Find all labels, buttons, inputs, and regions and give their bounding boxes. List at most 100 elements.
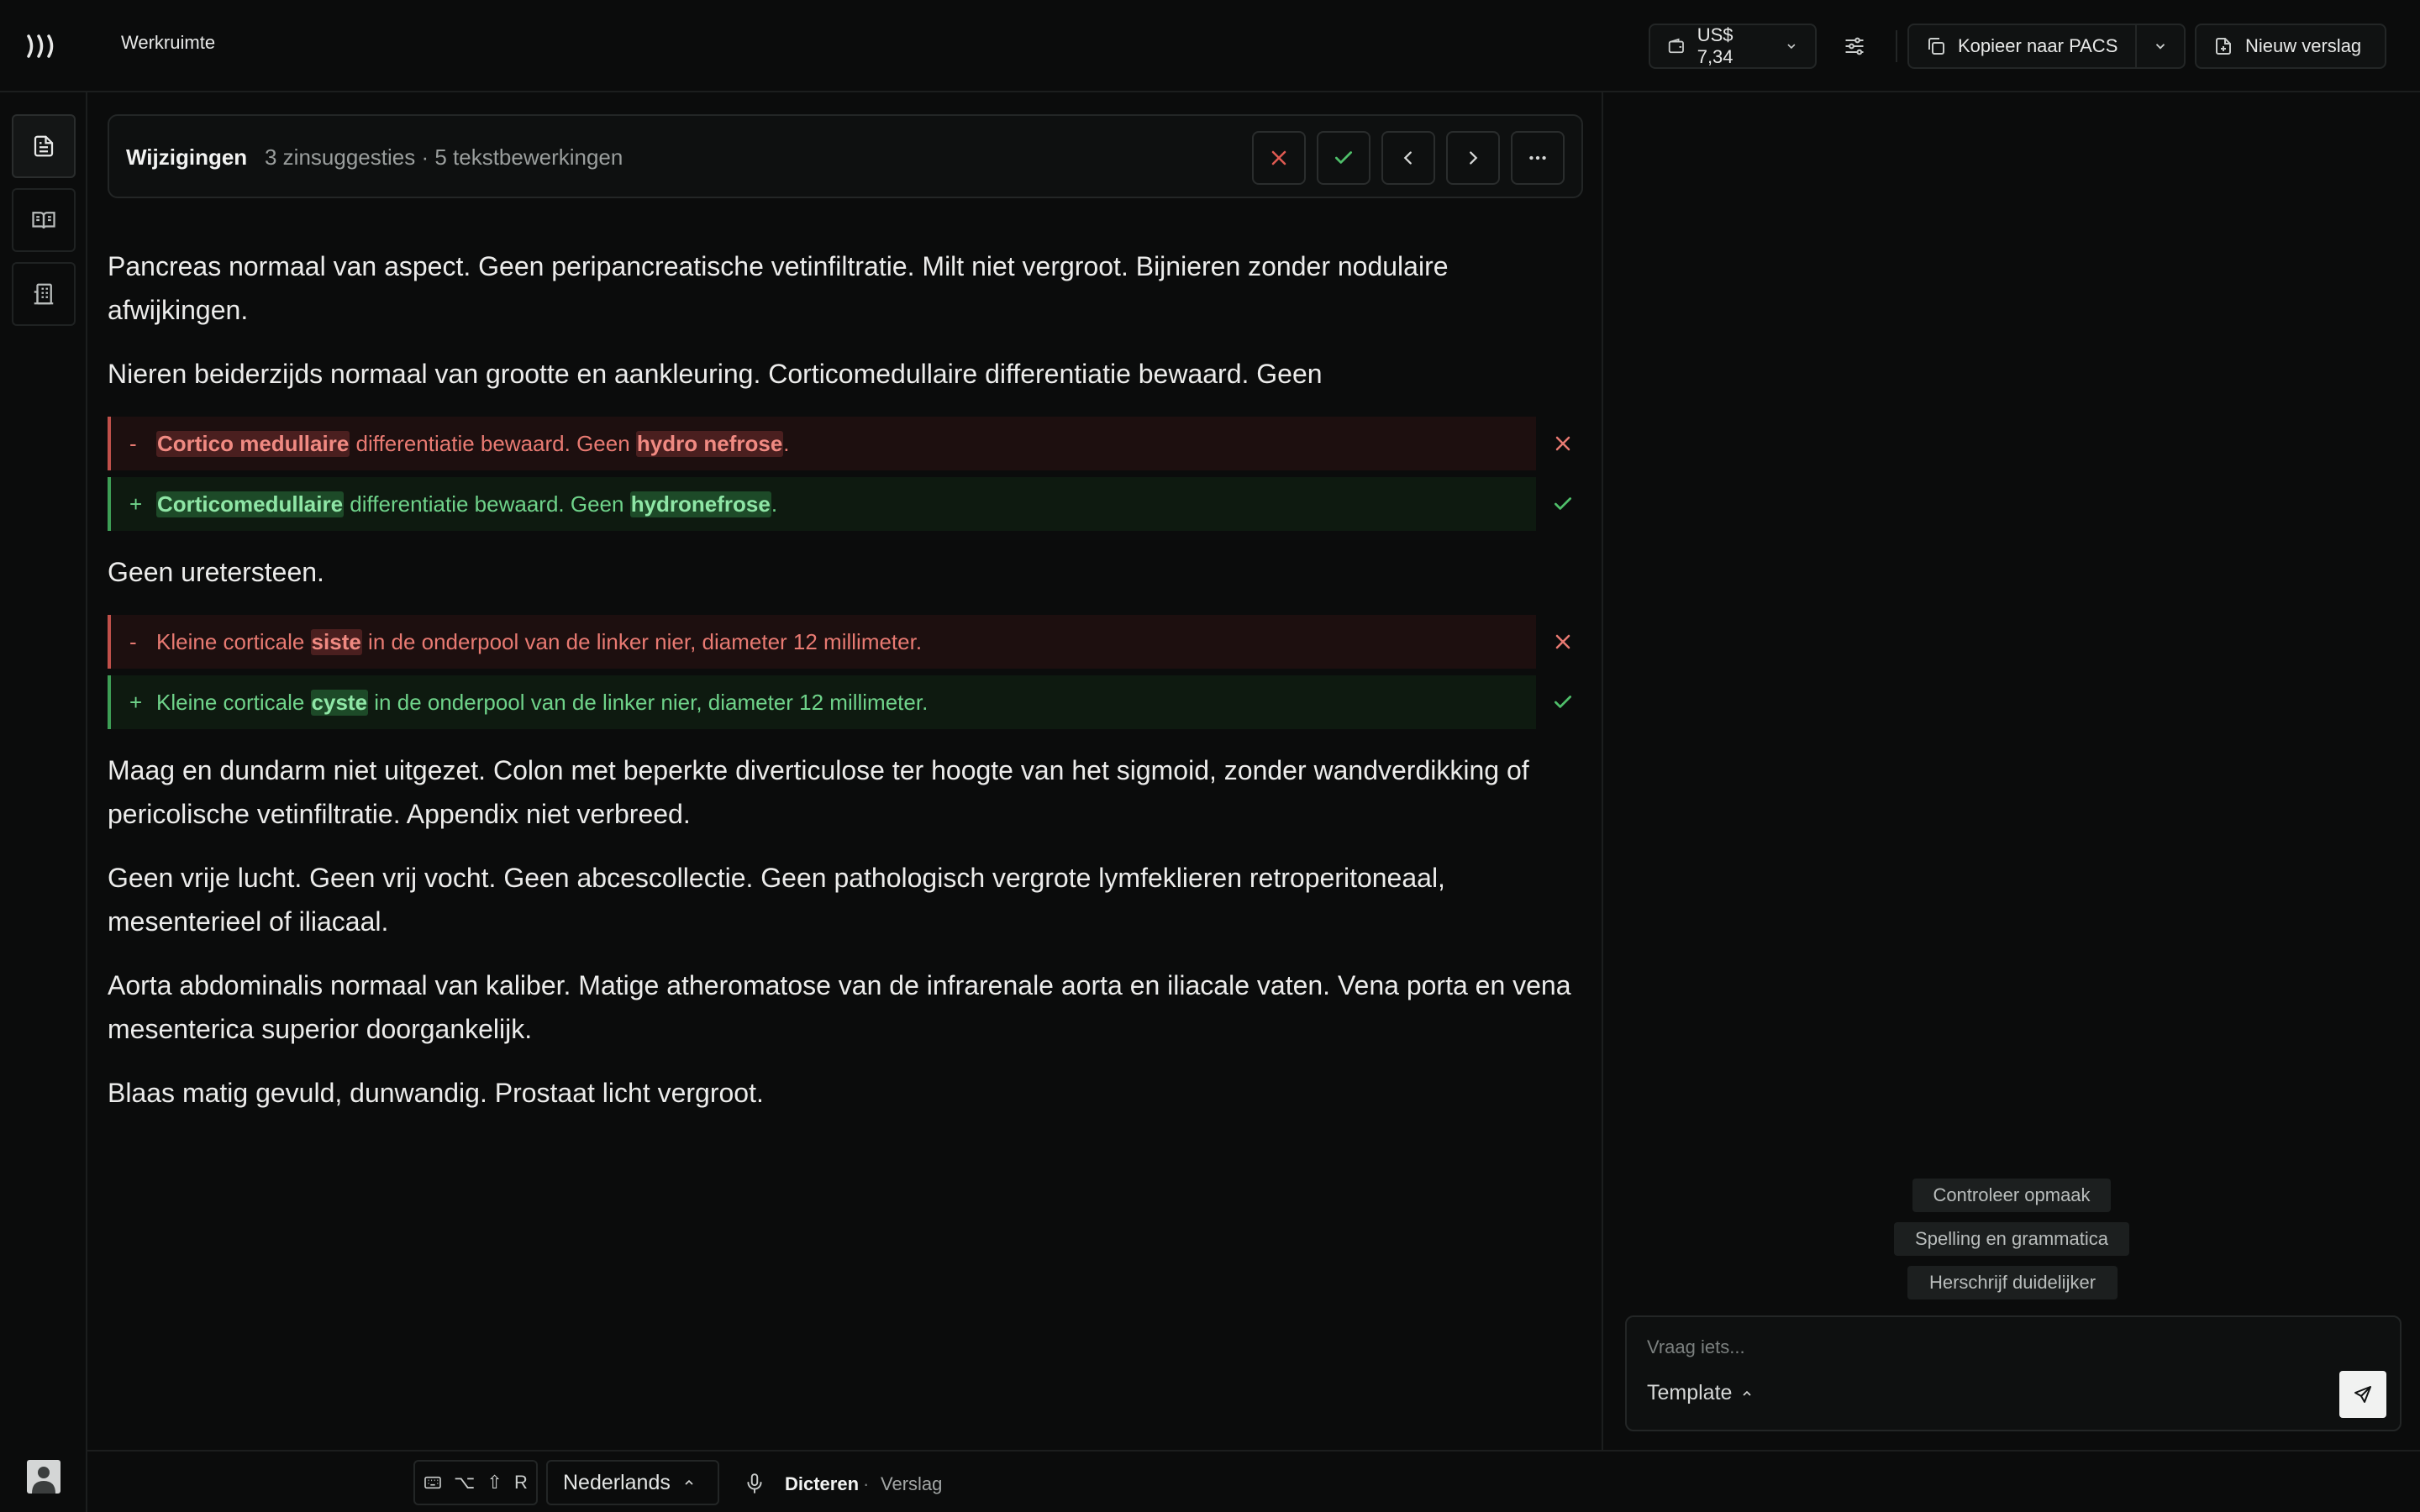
chat-composer: Template [1625,1315,2402,1431]
building-icon [34,283,54,305]
ellipsis-icon [1529,155,1546,160]
shortcut-key: ⌥ [454,1472,476,1493]
reject-suggestion-button[interactable] [1538,417,1588,470]
copy-icon [1928,38,1944,55]
more-options-button[interactable] [1511,131,1565,185]
rail-report-button[interactable] [12,114,76,178]
suggestion-chip-spelling[interactable]: Spelling en grammatica [1894,1222,2129,1256]
close-icon [1555,436,1570,451]
book-open-icon [32,212,55,229]
report-paragraph[interactable]: Blaas matig gevuld, dunwandig. Prostaat … [108,1071,1586,1115]
report-paragraph[interactable]: Maag en dundarm niet uitgezet. Colon met… [108,748,1586,836]
previous-change-button[interactable] [1381,131,1435,185]
suggestion-chip-rewrite[interactable]: Herschrijf duidelijker [1907,1266,2118,1299]
changes-header: Wijzigingen 3 zinsuggesties · 5 tekstbew… [108,114,1583,198]
diff-text: Kleine corticale [156,689,311,715]
diff-text: . [783,430,790,456]
reject-suggestion-button[interactable] [1538,615,1588,669]
diff-sign: + [129,491,143,517]
top-bar: Werkruimte US$ 7,34 Kopieer naar PACS Ni… [0,0,2420,92]
diff-sign: - [129,628,137,654]
diff-text: differentiatie bewaard. Geen [350,430,636,456]
diff-text: differentiatie bewaard. Geen [344,491,630,517]
new-report-label: Nieuw verslag [2245,35,2362,56]
rail-building-button[interactable] [12,262,76,326]
close-icon [1271,150,1286,165]
copy-to-pacs-button[interactable]: Kopieer naar PACS [1909,25,2137,67]
left-rail [0,92,87,1512]
microphone-icon [747,1473,762,1494]
template-selector[interactable]: Template [1647,1381,1754,1405]
rail-library-button[interactable] [12,188,76,252]
chevron-down-icon [1787,44,1796,50]
diff-sign: + [129,689,143,715]
copy-pacs-dropdown-button[interactable] [2137,25,2184,67]
suggestion-chip-format[interactable]: Controleer opmaak [1912,1179,2111,1212]
bottom-bar: ⌥ ⇧ R Nederlands Dicteren · Verslag [87,1450,2420,1512]
report-paragraph[interactable]: Nieren beiderzijds normaal van grootte e… [108,352,1586,396]
reject-all-button[interactable] [1252,131,1306,185]
user-icon [32,1467,55,1494]
language-select[interactable]: Nederlands [546,1460,719,1505]
sliders-icon [1845,37,1864,55]
added-word: Corticomedullaire [156,491,345,517]
send-button[interactable] [2339,1371,2386,1418]
deleted-word: Cortico medullaire [156,430,350,457]
copy-pacs-group: Kopieer naar PACS [1907,24,2186,69]
suggestion-deletion: - Kleine corticale siste in de onderpool… [108,615,1536,669]
report-paragraph[interactable]: Pancreas normaal van aspect. Geen peripa… [108,244,1586,332]
suggestion-addition: + Kleine corticale cyste in de onderpool… [108,675,1536,729]
accept-all-button[interactable] [1317,131,1370,185]
keyboard-shortcut-badge: ⌥ ⇧ R [413,1460,538,1505]
suggestion-addition: + Corticomedullaire differentiatie bewaa… [108,477,1536,531]
suggestion-deletion: - Cortico medullaire differentiatie bewa… [108,417,1536,470]
cost-button[interactable]: US$ 7,34 [1649,24,1817,69]
diff-sign: - [129,430,137,456]
next-change-button[interactable] [1446,131,1500,185]
diff-text: Kleine corticale [156,628,311,654]
new-report-button[interactable]: Nieuw verslag [2195,24,2386,69]
dictate-label[interactable]: Dicteren [785,1473,859,1495]
diff-text: in de onderpool van de linker nier, diam… [368,689,929,715]
send-icon [2354,1386,2371,1403]
added-word: cyste [310,689,369,716]
copy-to-pacs-label: Kopieer naar PACS [1958,35,2118,56]
shortcut-key: R [513,1472,528,1493]
separator-dot: · [863,1473,870,1494]
report-paragraph[interactable]: Geen vrije lucht. Geen vrij vocht. Geen … [108,856,1586,943]
deleted-word: hydro nefrose [635,430,784,457]
settings-sliders-button[interactable] [1827,24,1882,69]
chevron-up-icon [1743,1390,1752,1396]
diff-text: in de onderpool van de linker nier, diam… [361,628,923,654]
chat-input[interactable] [1647,1332,2370,1362]
mode-label[interactable]: Verslag [881,1473,942,1495]
user-avatar[interactable] [27,1460,60,1494]
language-value: Nederlands [563,1470,671,1494]
file-plus-icon [2216,38,2231,55]
diff-text: . [771,491,778,517]
close-icon [1555,634,1570,649]
changes-title: Wijzigingen [126,144,248,170]
accept-suggestion-button[interactable] [1538,675,1588,729]
added-word: hydronefrose [629,491,771,517]
chevron-up-icon [685,1479,693,1485]
chevron-down-icon [2155,44,2165,50]
wallet-icon [1668,38,1684,54]
accept-suggestion-button[interactable] [1538,477,1588,531]
deleted-word: siste [310,628,362,655]
chevron-left-icon [1403,151,1412,165]
logo-icon[interactable] [25,32,60,60]
check-icon [1554,696,1572,708]
workspace-title: Werkruimte [121,32,216,53]
template-label: Template [1647,1381,1733,1404]
shortcut-key: ⇧ [487,1472,502,1493]
check-icon [1554,497,1572,510]
keyboard-icon [424,1476,441,1489]
check-icon [1334,151,1353,164]
microphone-button[interactable] [739,1468,770,1499]
chevron-right-icon [1470,151,1478,165]
report-paragraph[interactable]: Geen uretersteen. [108,550,1586,594]
document-icon [34,135,54,157]
cost-value: US$ 7,34 [1697,24,1733,67]
report-paragraph[interactable]: Aorta abdominalis normaal van kaliber. M… [108,963,1586,1051]
